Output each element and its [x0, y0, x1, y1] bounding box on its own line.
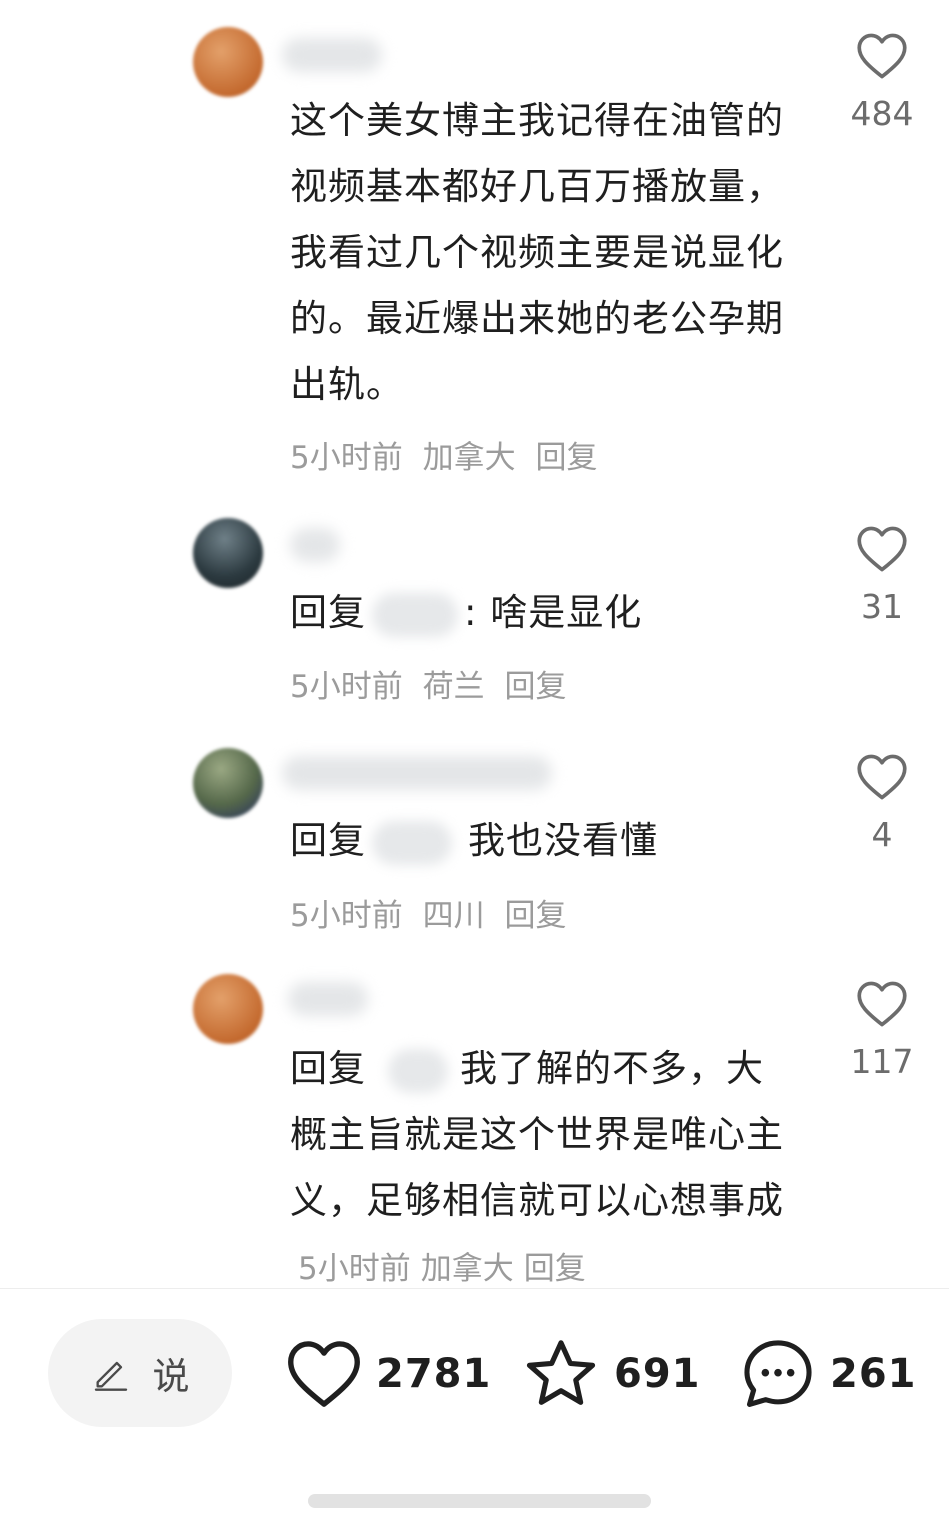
heart-outline-icon — [857, 526, 907, 572]
comment-time: 5小时前 — [290, 669, 403, 705]
avatar[interactable] — [193, 27, 263, 97]
avatar[interactable] — [193, 748, 263, 818]
comment-count: 261 — [830, 1351, 917, 1397]
comment-text: 这个美女博主我记得在油管的视频基本都好几百万播放量，我看过几个视频主要是说显化的… — [290, 99, 784, 406]
speech-bubble-icon — [744, 1340, 812, 1407]
comment-item: 这个美女博主我记得在油管的视频基本都好几百万播放量，我看过几个视频主要是说显化的… — [0, 0, 949, 500]
comment-meta: 5小时前 荷兰 回复 — [290, 661, 576, 706]
avatar[interactable] — [193, 974, 263, 1044]
pencil-icon — [94, 1361, 127, 1391]
reply-prefix: 回复 — [290, 1047, 366, 1090]
reply-body: 我也没看懂 — [468, 819, 658, 862]
like-count: 31 — [861, 587, 903, 626]
like-count: 117 — [850, 1042, 914, 1081]
comment-input-button[interactable]: 说 — [48, 1319, 232, 1427]
like-button[interactable]: 484 — [840, 32, 924, 133]
comment-item: 回复 我也没看懂 5小时前 四川 回复 4 — [0, 730, 949, 960]
heart-outline-icon — [857, 33, 907, 79]
reply-prefix: 回复 — [290, 819, 366, 862]
favorite-count: 691 — [614, 1351, 701, 1397]
mention-redacted[interactable] — [372, 592, 458, 637]
reply-link[interactable]: 回复 — [504, 898, 566, 934]
comment-meta: 5小时前 四川 回复 — [290, 890, 576, 935]
comment-action[interactable]: 261 — [740, 1329, 917, 1419]
favorite-action[interactable]: 691 — [522, 1329, 701, 1419]
home-indicator[interactable] — [308, 1494, 651, 1508]
reply-link[interactable]: 回复 — [504, 669, 566, 705]
heart-outline-icon — [857, 981, 907, 1027]
username-redacted[interactable] — [282, 756, 552, 790]
comment-text: 回复 我也没看懂 — [290, 808, 790, 874]
comment-time: 5小时前 — [290, 898, 403, 934]
like-button[interactable]: 31 — [840, 525, 924, 626]
reply-link[interactable]: 回复 — [535, 440, 597, 476]
like-action[interactable]: 2781 — [286, 1329, 491, 1419]
comment-item: 回复 : 啥是显化 5小时前 荷兰 回复 31 — [0, 500, 949, 730]
heart-outline-icon — [288, 1341, 360, 1407]
comment-location: 加拿大 — [420, 1251, 514, 1287]
comment-time: 5小时前 — [298, 1251, 411, 1287]
like-count: 2781 — [376, 1351, 492, 1397]
username-redacted[interactable] — [290, 528, 340, 562]
avatar[interactable] — [193, 518, 263, 588]
heart-outline-icon — [857, 754, 907, 800]
like-button[interactable]: 117 — [840, 980, 924, 1081]
star-outline-icon — [526, 1340, 596, 1405]
like-count: 4 — [871, 815, 893, 854]
comment-item: 回复 我了解的不多，大概主旨就是这个世界是唯心主义，足够相信就可以心想事成5小时前… — [0, 960, 949, 1288]
say-label: 说 — [152, 1355, 190, 1398]
comment-time: 5小时前 — [290, 440, 403, 476]
comment-location: 四川 — [422, 898, 485, 934]
username-redacted[interactable] — [282, 38, 382, 72]
mention-redacted[interactable] — [372, 820, 452, 865]
mention-redacted[interactable] — [388, 1048, 448, 1093]
reply-body: : 啥是显化 — [464, 591, 643, 634]
reply-link[interactable]: 回复 — [524, 1251, 586, 1287]
like-button[interactable]: 4 — [840, 753, 924, 854]
comment-text: 回复 我了解的不多，大概主旨就是这个世界是唯心主义，足够相信就可以心想事成5小时前… — [290, 1036, 790, 1302]
comment-location: 荷兰 — [422, 669, 485, 705]
comment-text: 回复 : 啥是显化 — [290, 580, 790, 646]
comment-location: 加拿大 — [422, 440, 516, 476]
like-count: 484 — [850, 94, 914, 133]
comment-meta: 5小时前 加拿大 回复 — [290, 432, 607, 477]
username-redacted[interactable] — [288, 982, 368, 1016]
reply-prefix: 回复 — [290, 591, 366, 634]
comment-meta: 5小时前 加拿大 回复 — [298, 1251, 596, 1287]
bottom-action-bar: 说 2781 691 261 — [0, 1289, 949, 1532]
